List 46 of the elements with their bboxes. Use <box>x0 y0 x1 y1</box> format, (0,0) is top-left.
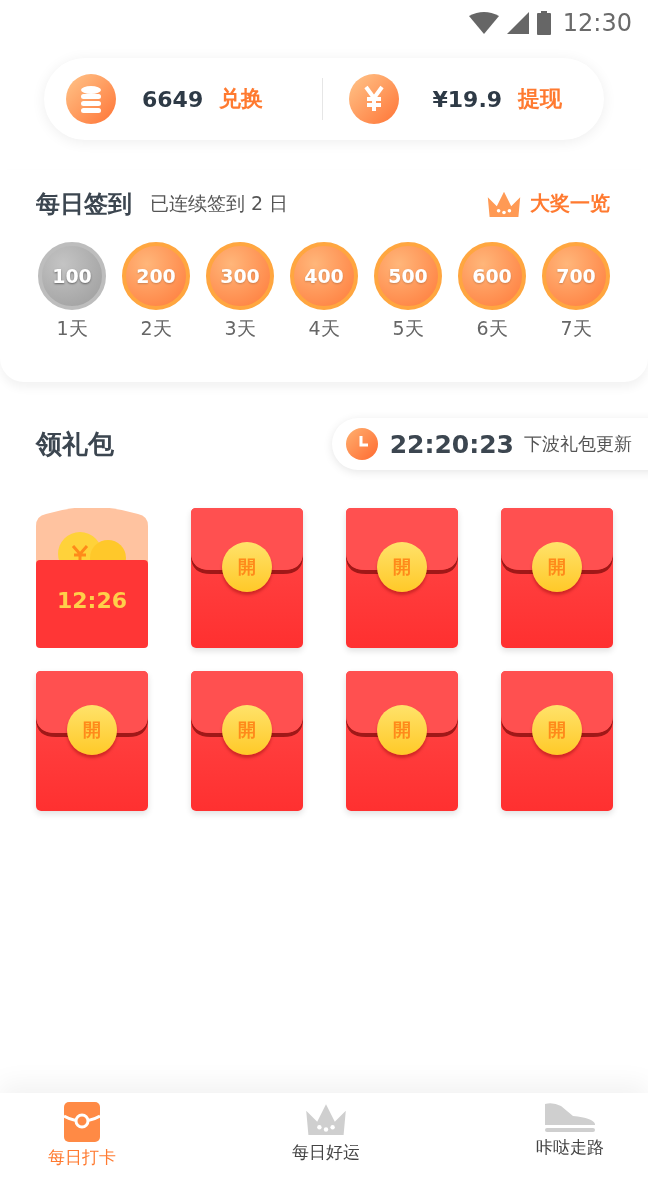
clock-icon <box>345 428 378 460</box>
coin-balance: 6649 <box>142 86 204 112</box>
nav-tab[interactable]: 每日好运 <box>286 1093 366 1180</box>
gift-envelope[interactable]: 開 <box>501 508 613 648</box>
day-label: 1天 <box>56 316 88 341</box>
battery-icon <box>536 11 551 35</box>
sneaker-icon <box>543 1102 597 1132</box>
prize-link[interactable]: 大奖一览 <box>486 189 610 219</box>
cash-balance: ¥19.9 <box>432 86 503 112</box>
wifi-icon <box>468 12 499 34</box>
day-label: 2天 <box>140 316 172 341</box>
day-label: 6天 <box>476 316 508 341</box>
streak-text: 已连续签到 2 日 <box>150 191 289 216</box>
envelope-timer: 12:26 <box>56 588 128 613</box>
section-title: 每日签到 <box>36 189 132 220</box>
clock-time: 12:30 <box>562 9 632 37</box>
section-title: 领礼包 <box>36 427 114 461</box>
day-label: 7天 <box>560 316 592 341</box>
exchange-link[interactable]: 兑换 <box>219 84 264 114</box>
gift-envelope[interactable]: 開 <box>191 671 303 811</box>
opened-envelope[interactable]: 12:26 <box>36 508 148 648</box>
crown-icon <box>304 1102 348 1138</box>
reward-coin: 300 <box>206 242 274 310</box>
yen-icon <box>348 74 399 124</box>
reward-coin: 700 <box>542 242 610 310</box>
gift-envelope[interactable]: 開 <box>36 671 148 811</box>
gift-envelope[interactable]: 開 <box>346 508 458 648</box>
gift-envelope[interactable]: 開 <box>501 671 613 811</box>
envelope-icon <box>64 1102 100 1142</box>
nav-tab[interactable]: 每日打卡 <box>42 1093 122 1180</box>
reward-coin: 600 <box>458 242 526 310</box>
reward-coin: 200 <box>122 242 190 310</box>
gift-envelope[interactable]: 開 <box>346 671 458 811</box>
day-label: 3天 <box>224 316 256 341</box>
countdown-label: 下波礼包更新 <box>524 432 632 456</box>
reward-coin: 500 <box>374 242 442 310</box>
withdraw-link[interactable]: 提现 <box>518 84 563 114</box>
coin-stack-icon <box>66 74 116 124</box>
countdown-time: 22:20:23 <box>389 429 514 459</box>
reward-coin: 400 <box>290 242 358 310</box>
day-label: 4天 <box>308 316 340 341</box>
reward-coin: 100 <box>38 242 106 310</box>
nav-tab[interactable]: 咔哒走路 <box>530 1093 610 1180</box>
gift-envelope[interactable]: 開 <box>191 508 303 648</box>
day-label: 5天 <box>392 316 424 341</box>
signal-icon <box>506 12 529 34</box>
